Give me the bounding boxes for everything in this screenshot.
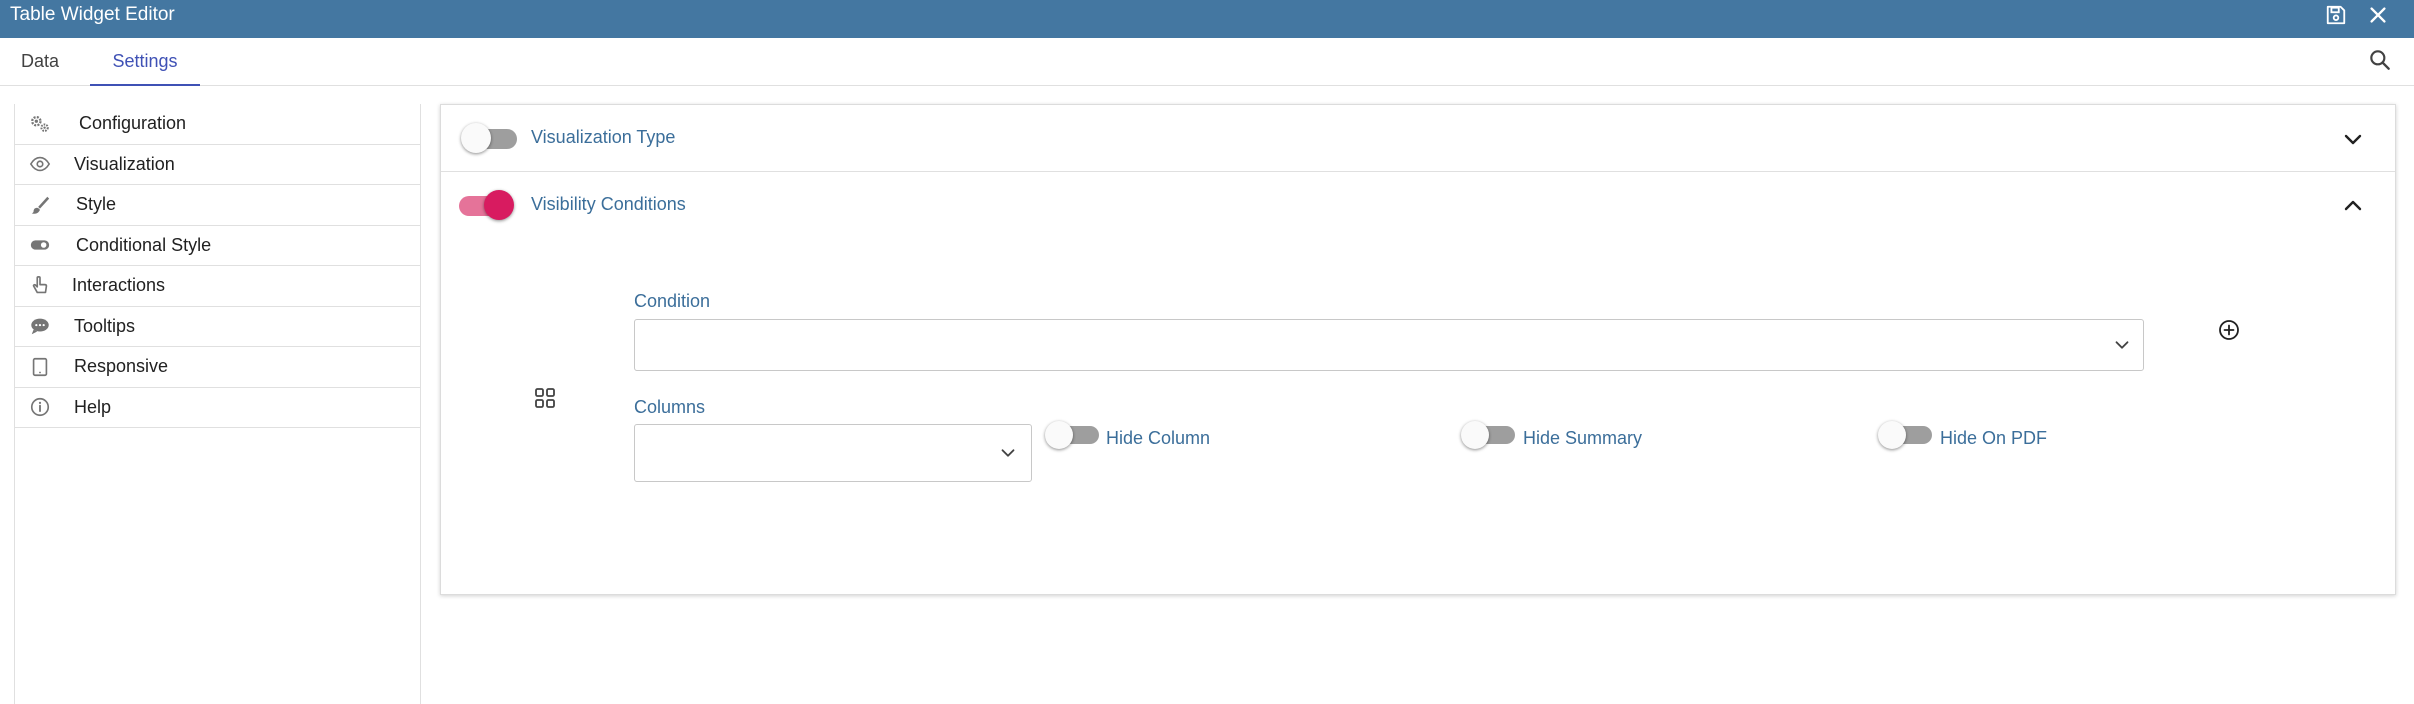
chevron-down-icon[interactable]	[2341, 127, 2365, 151]
tab-settings[interactable]: Settings	[90, 38, 200, 86]
sidebar-item-label: Interactions	[72, 275, 166, 296]
sidebar-item-responsive[interactable]: Responsive	[15, 347, 420, 388]
sidebar-item-visualization[interactable]: Visualization	[15, 145, 420, 185]
toggle-thumb	[1461, 421, 1489, 449]
gears-icon	[29, 113, 51, 135]
save-icon[interactable]	[2325, 4, 2347, 26]
visualization-type-title[interactable]: Visualization Type	[531, 127, 675, 148]
tab-data[interactable]: Data	[8, 38, 72, 86]
search-icon[interactable]	[2367, 47, 2393, 73]
sidebar-item-label: Help	[74, 396, 112, 417]
tabs-bar: Data Settings	[0, 38, 2414, 86]
sidebar-item-help[interactable]: Help	[15, 388, 420, 428]
sidebar-item-label: Conditional Style	[76, 234, 212, 255]
close-icon[interactable]	[2367, 4, 2389, 26]
chevron-down-icon	[997, 442, 1019, 464]
toggle-thumb	[484, 190, 514, 220]
hide-summary-label[interactable]: Hide Summary	[1523, 428, 1642, 449]
sidebar-item-tooltips[interactable]: Tooltips	[15, 307, 420, 347]
chevron-up-icon[interactable]	[2341, 194, 2365, 218]
add-circle-icon[interactable]	[2217, 318, 2241, 342]
info-icon	[29, 396, 51, 418]
sidebar-item-label: Style	[76, 194, 117, 215]
sidebar-item-conditional-style[interactable]: Conditional Style	[15, 226, 420, 266]
sidebar-item-label: Visualization	[74, 153, 175, 174]
condition-label: Condition	[634, 291, 711, 311]
settings-panel: Visualization Type Visibility Conditions…	[440, 104, 2396, 595]
visibility-conditions-header[interactable]: Visibility Conditions	[441, 172, 2395, 239]
columns-label: Columns	[634, 397, 706, 417]
toggle-thumb	[461, 123, 491, 153]
sidebar-item-style[interactable]: Style	[15, 185, 420, 226]
hide-column-label[interactable]: Hide Column	[1106, 428, 1210, 449]
settings-sidebar: Configuration Visualization Style Condit…	[14, 104, 421, 704]
hide-on-pdf-label[interactable]: Hide On PDF	[1940, 428, 2047, 449]
toggle-icon	[29, 234, 51, 256]
chevron-down-icon	[2111, 334, 2133, 356]
visualization-type-header[interactable]: Visualization Type	[441, 105, 2395, 172]
sidebar-item-label: Configuration	[79, 113, 187, 134]
toggle-thumb	[1045, 421, 1073, 449]
tablet-icon	[29, 356, 51, 378]
columns-select[interactable]	[634, 424, 1032, 482]
eye-icon	[29, 153, 51, 175]
title-bar: Table Widget Editor	[0, 0, 2414, 38]
brush-icon	[29, 194, 51, 216]
pointer-hand-icon	[29, 275, 51, 297]
grid-icon	[533, 386, 557, 410]
sidebar-item-label: Responsive	[74, 356, 169, 377]
visibility-conditions-title[interactable]: Visibility Conditions	[531, 194, 686, 215]
sidebar-item-configuration[interactable]: Configuration	[15, 104, 420, 145]
sidebar-item-interactions[interactable]: Interactions	[15, 266, 420, 307]
comment-icon	[29, 315, 51, 337]
condition-select[interactable]	[634, 319, 2144, 371]
toggle-thumb	[1878, 421, 1906, 449]
window-title: Table Widget Editor	[10, 4, 175, 25]
sidebar-item-label: Tooltips	[74, 315, 136, 336]
